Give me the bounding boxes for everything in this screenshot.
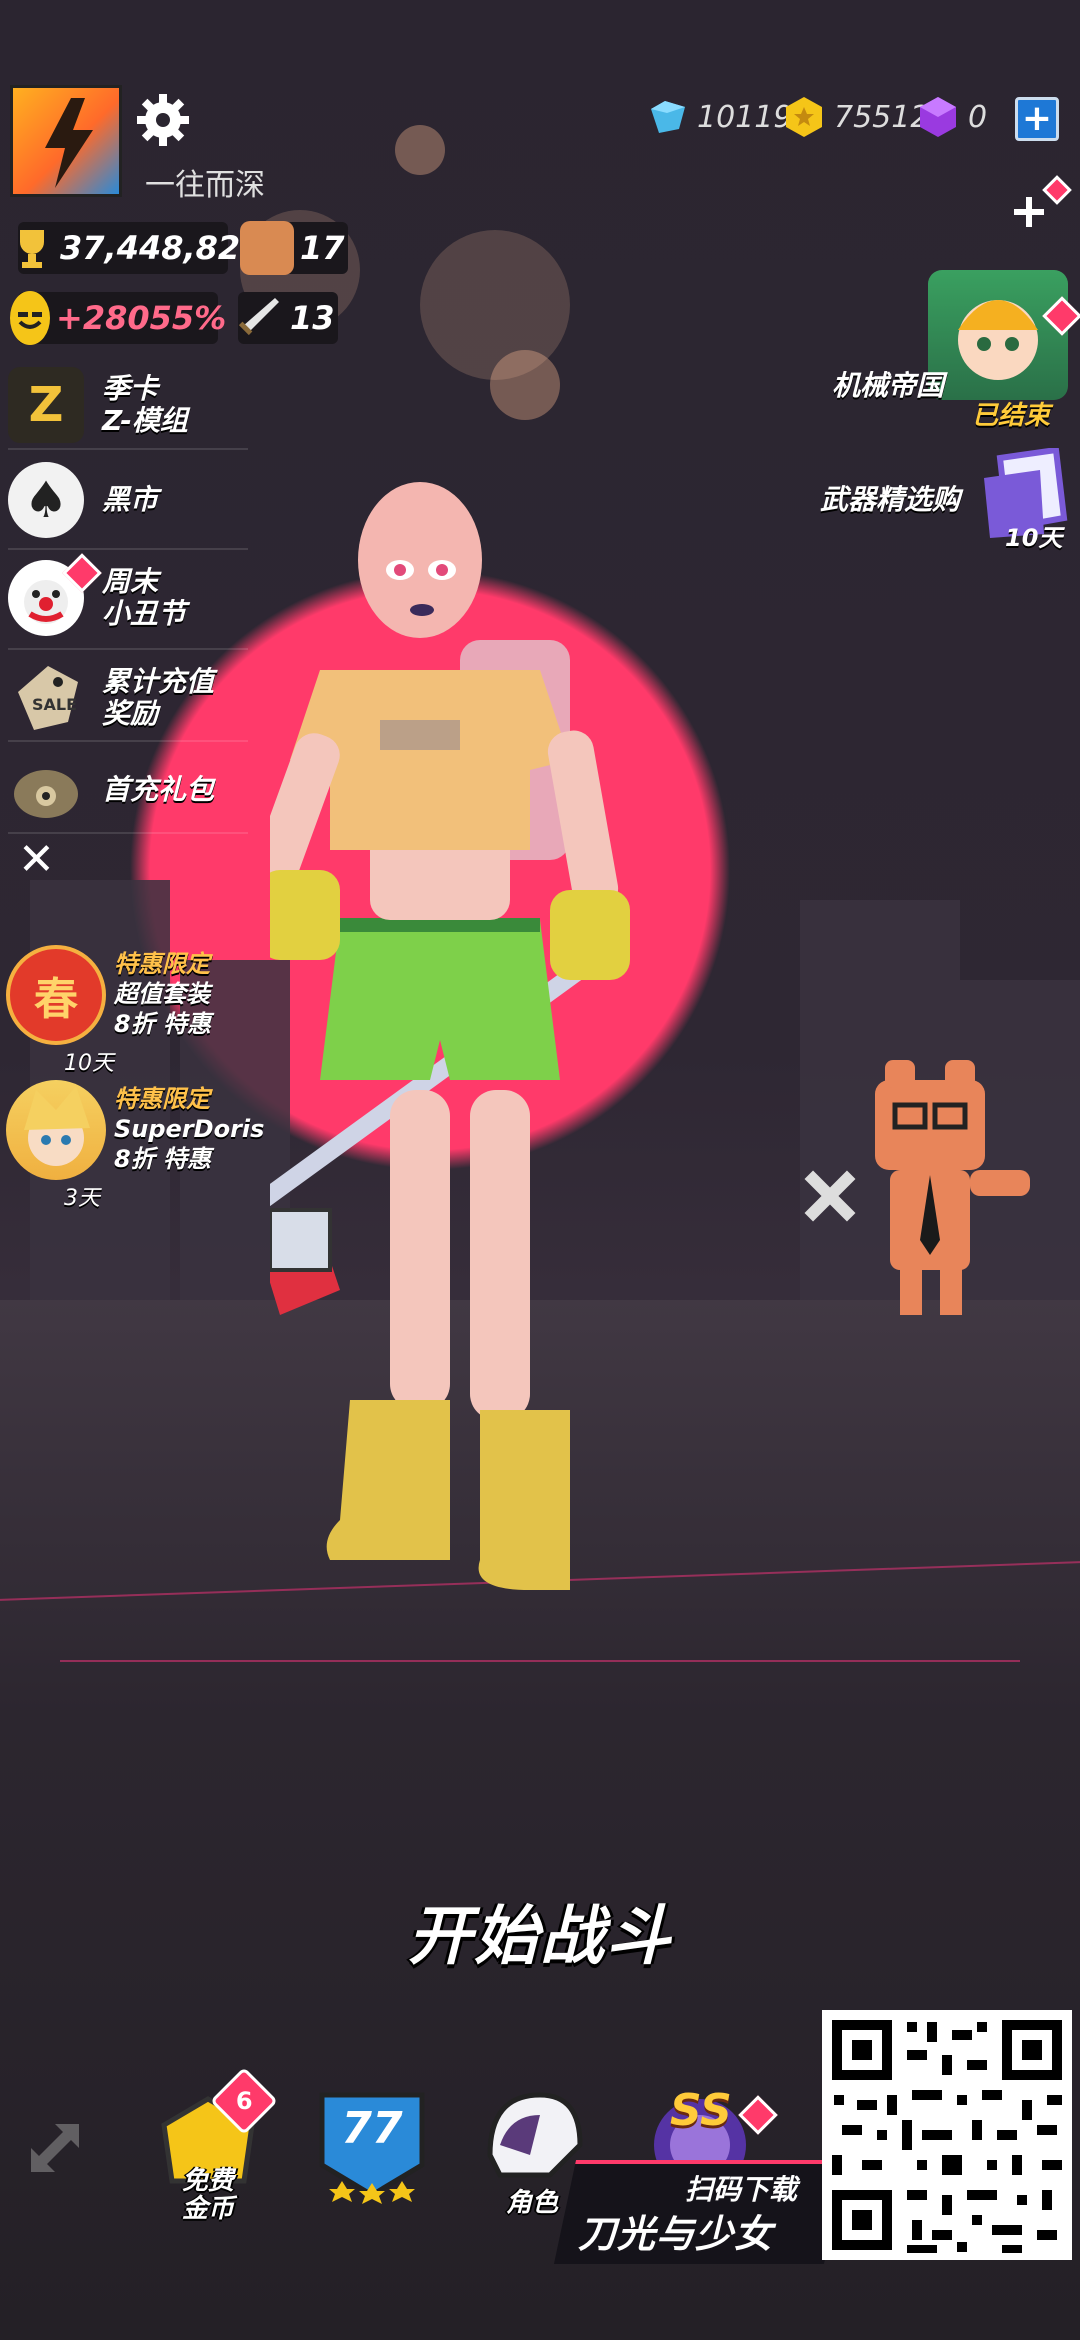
download-qr-code[interactable] bbox=[822, 2010, 1072, 2260]
bear-count: 17 bbox=[300, 229, 345, 267]
recharge-reward-label: 累计充值 奖励 bbox=[102, 665, 215, 730]
first-recharge-menu-item[interactable]: 首充礼包 bbox=[8, 745, 248, 835]
spring-bundle-days: 10天 bbox=[64, 1051, 114, 1076]
rank-text: SS bbox=[670, 2085, 732, 2136]
season-card-label: 季卡 Z-模组 bbox=[102, 372, 188, 437]
mech-empire-event-icon[interactable] bbox=[928, 270, 1068, 400]
sword-icon bbox=[230, 291, 284, 345]
mech-empire-status: 已结束 bbox=[972, 401, 1051, 431]
first-recharge-label: 首充礼包 bbox=[102, 773, 215, 806]
mech-empire-label: 机械帝国 bbox=[832, 369, 945, 402]
spring-bundle-text: 特惠限定 超值套装 8折 特惠 bbox=[114, 950, 212, 1038]
gem-count: 10119 bbox=[697, 99, 793, 135]
bonus-percent: +28055% bbox=[56, 299, 227, 337]
pouch-icon bbox=[8, 752, 84, 828]
weapon-select-label: 武器精选购 bbox=[820, 483, 961, 516]
bonus-stat: +28055% bbox=[10, 291, 226, 345]
spade-ace-icon: ♠ bbox=[8, 462, 84, 538]
scan-download-text: 扫码下载 bbox=[685, 2173, 798, 2206]
smiley-face-icon bbox=[10, 291, 50, 345]
player-name: 一往而深 bbox=[145, 168, 265, 203]
player-character[interactable] bbox=[270, 470, 810, 1770]
menu-divider bbox=[8, 448, 248, 450]
bear-stat: 17 bbox=[240, 221, 348, 275]
svg-text:SALE: SALE bbox=[32, 695, 77, 714]
sword-count: 13 bbox=[290, 299, 335, 337]
recharge-reward-menu-item[interactable]: SALE 累计充值 奖励 bbox=[8, 653, 248, 743]
expand-icon[interactable] bbox=[25, 2118, 85, 2178]
black-market-menu-item[interactable]: ♠ 黑市 bbox=[8, 455, 248, 545]
qr-code-icon bbox=[832, 2020, 1062, 2253]
level-number: 77 bbox=[341, 2103, 403, 2154]
weekend-clown-label: 周末 小丑节 bbox=[102, 565, 187, 630]
superdoris-promo[interactable]: 特惠限定 SuperDoris 8折 特惠 3天 bbox=[6, 1080, 266, 1211]
spring-bundle-icon: 春 bbox=[6, 945, 106, 1045]
weekend-clown-menu-item[interactable]: 周末 小丑节 bbox=[8, 553, 248, 643]
season-card-menu-item[interactable]: Z 季卡 Z-模组 bbox=[8, 360, 248, 450]
start-battle-button[interactable]: 开始战斗 bbox=[370, 1885, 710, 1975]
menu-divider bbox=[8, 648, 248, 650]
trophy-count: 37,448,824 bbox=[60, 229, 263, 267]
lightning-icon bbox=[45, 98, 93, 188]
weapon-select-days: 10天 bbox=[1005, 524, 1063, 552]
cube-currency: 0 bbox=[916, 95, 987, 139]
sparkle-icon[interactable] bbox=[1010, 175, 1074, 239]
game-title-text: 刀光与少女 bbox=[578, 2212, 774, 2256]
superdoris-text: 特惠限定 SuperDoris 8折 特惠 bbox=[114, 1085, 265, 1173]
bokeh-light bbox=[490, 350, 560, 420]
trophy-stat: 37,448,824 bbox=[18, 222, 262, 274]
spring-bundle-promo[interactable]: 春 特惠限定 超值套装 8折 特惠 10天 bbox=[6, 945, 266, 1076]
add-currency-button[interactable]: + bbox=[1015, 97, 1059, 141]
coin-currency: 75512 bbox=[782, 95, 929, 139]
superdoris-portrait bbox=[6, 1080, 106, 1180]
free-coins-button[interactable]: 免费 金币 6 bbox=[148, 2067, 278, 2223]
sword-stat: 13 bbox=[238, 292, 338, 344]
sale-tag-icon: SALE bbox=[8, 660, 84, 736]
bokeh-light bbox=[395, 125, 445, 175]
cube-count: 0 bbox=[968, 99, 988, 135]
close-menu-button[interactable]: ✕ bbox=[18, 838, 58, 882]
bear-icon bbox=[240, 221, 294, 275]
free-coins-label: 免费 金币 bbox=[181, 2166, 234, 2224]
level-button[interactable]: 77 bbox=[312, 2085, 432, 2215]
superdoris-days: 3天 bbox=[64, 1186, 100, 1211]
bear-mascot bbox=[804, 1060, 1030, 1315]
gem-currency: 10119 bbox=[645, 95, 792, 139]
z-module-icon: Z bbox=[8, 367, 84, 443]
menu-divider bbox=[8, 740, 248, 742]
gem-icon bbox=[651, 101, 685, 133]
player-avatar[interactable] bbox=[10, 85, 122, 197]
menu-divider bbox=[8, 548, 248, 550]
coin-icon bbox=[786, 97, 822, 137]
trophy-icon bbox=[10, 221, 54, 275]
purple-cube-icon bbox=[920, 97, 956, 137]
settings-gear-icon[interactable] bbox=[135, 92, 191, 148]
black-market-label: 黑市 bbox=[102, 483, 159, 516]
